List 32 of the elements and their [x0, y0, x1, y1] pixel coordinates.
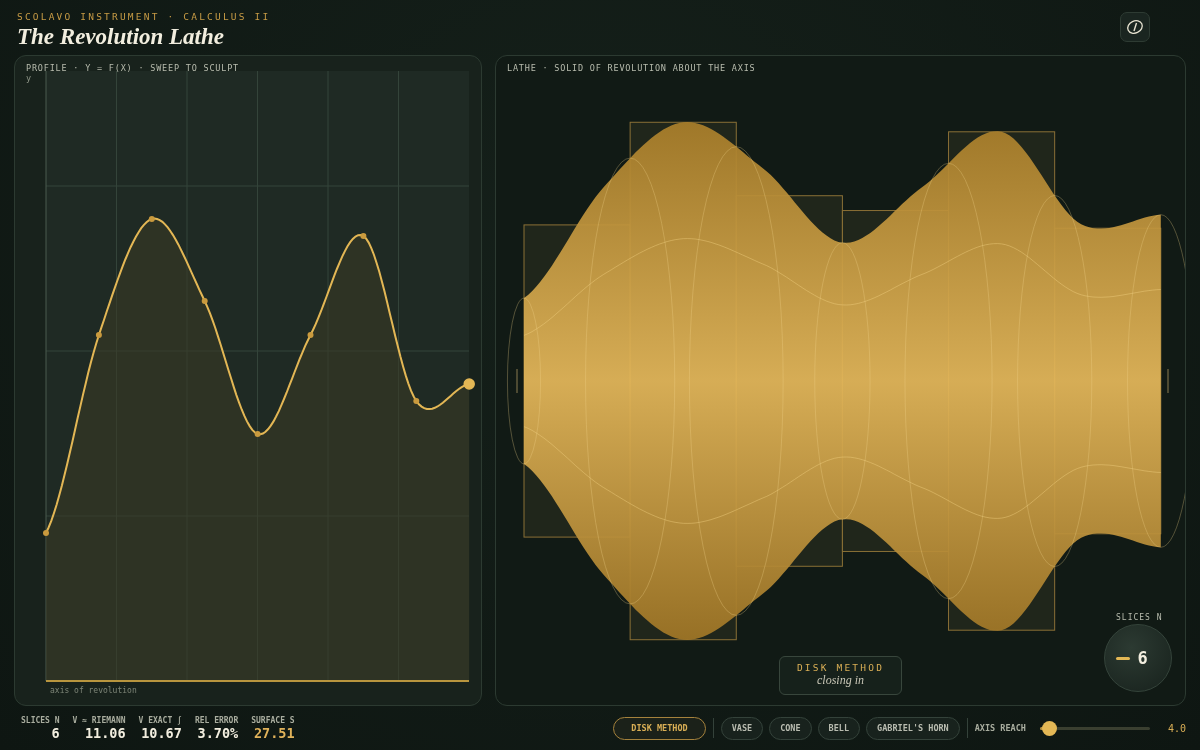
stat-label: SLICES N: [21, 715, 60, 725]
panel-title: LATHE · SOLID OF REVOLUTION ABOUT THE AXIS: [507, 63, 756, 73]
stat-label: V ≈ RIEMANN: [72, 715, 126, 725]
info-icon: [1126, 18, 1144, 36]
slices-knob[interactable]: 6: [1104, 624, 1172, 692]
stat-value: 3.70%: [197, 724, 239, 741]
slider-label: AXIS REACH: [974, 723, 1026, 733]
slider-thumb[interactable]: [1042, 720, 1057, 736]
panel-title: PROFILE · Y = F(X) · SWEEP TO SCULPT: [26, 63, 240, 73]
stat-value: 6: [51, 724, 60, 741]
stat-value: 27.51: [253, 724, 295, 741]
axis-label: axis of revolution: [50, 686, 137, 695]
knob-indicator: [1116, 656, 1131, 660]
preset-button[interactable]: DISK METHOD: [613, 716, 706, 740]
axis-label: y: [26, 73, 32, 83]
stat-value: 10.67: [141, 724, 182, 741]
preset-button[interactable]: BELL: [817, 716, 861, 740]
stat-label: SURFACE S: [251, 715, 295, 725]
info-button[interactable]: [1120, 12, 1150, 42]
preset-button[interactable]: VASE: [720, 716, 764, 740]
knob-value: 6: [1137, 648, 1148, 668]
slider-reading: 4.0: [1167, 722, 1186, 734]
app-eyebrow: SCOLAVO INSTRUMENT · CALCULUS II: [17, 11, 271, 22]
stat-label: V EXACT ∫: [138, 715, 182, 725]
stat-value: 11.06: [84, 724, 126, 741]
method-title: DISK METHOD: [795, 662, 886, 673]
method-subtitle: closing in: [816, 673, 865, 688]
app-title: The Revolution Lathe: [17, 24, 225, 50]
preset-button[interactable]: GABRIEL'S HORN: [866, 716, 960, 740]
stat-label: REL ERROR: [194, 715, 239, 725]
knob-label: SLICES N: [1116, 613, 1163, 622]
preset-button[interactable]: CONE: [769, 716, 812, 740]
